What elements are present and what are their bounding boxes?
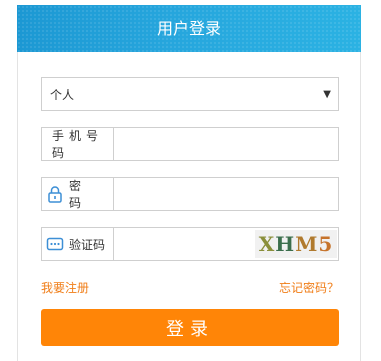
phone-label: 手机号码 xyxy=(42,128,114,160)
role-select[interactable]: 个人 ▼ xyxy=(41,77,339,111)
lock-icon xyxy=(46,185,64,203)
captcha-label: 验证码 xyxy=(42,228,114,260)
login-header: 用户登录 xyxy=(17,5,361,52)
register-link[interactable]: 我要注册 xyxy=(41,279,89,296)
forgot-password-link[interactable]: 忘记密码？ xyxy=(279,279,339,296)
page-title: 用户登录 xyxy=(156,19,221,38)
password-label-text: 密码 xyxy=(69,179,96,210)
captcha-image-text: XHM5 xyxy=(258,232,334,256)
password-label: 密码 xyxy=(42,178,114,210)
password-field[interactable]: 密码 xyxy=(41,177,339,211)
login-button[interactable]: 登录 xyxy=(41,309,339,346)
captcha-label-text: 验证码 xyxy=(69,237,106,252)
phone-field[interactable]: 手机号码 xyxy=(41,127,339,161)
triangle-down-icon: ▼ xyxy=(323,89,331,100)
keyboard-icon xyxy=(46,235,64,253)
phone-label-text: 手机号码 xyxy=(52,129,104,160)
captcha-image[interactable]: XHM5 xyxy=(255,230,337,258)
captcha-field[interactable]: 验证码 XHM5 xyxy=(41,227,339,261)
role-select-value: 个人 xyxy=(50,87,75,102)
